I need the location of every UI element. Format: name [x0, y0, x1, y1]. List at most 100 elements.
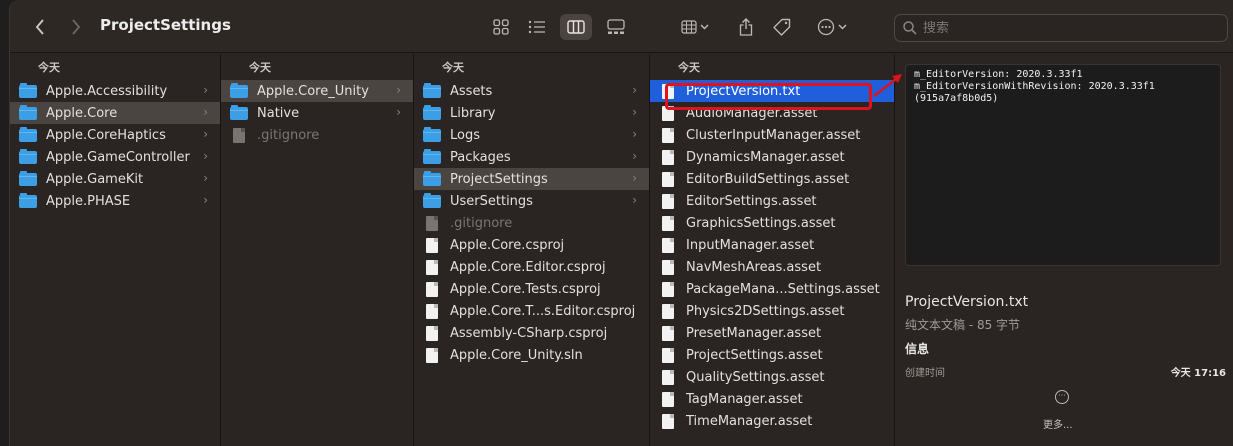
chevron-right-icon: › [396, 105, 401, 119]
item-label: Apple.Core.Editor.csproj [450, 259, 606, 275]
chevron-right-icon: › [632, 149, 637, 163]
file-item[interactable]: ProjectSettings.asset [650, 344, 894, 366]
folder-item[interactable]: Apple.Accessibility › [10, 80, 220, 102]
file-item[interactable]: .gitignore [221, 124, 413, 146]
file-item[interactable]: GraphicsSettings.asset [650, 212, 894, 234]
icon-view-button[interactable] [488, 14, 514, 40]
item-label: TimeManager.asset [686, 413, 813, 429]
document-icon [426, 303, 438, 319]
item-label: GraphicsSettings.asset [686, 215, 836, 231]
item-icon-wrap [422, 325, 442, 341]
file-item[interactable]: Apple.Core_Unity.sln [414, 344, 649, 366]
file-item[interactable]: PresetManager.asset [650, 322, 894, 344]
item-icon-wrap [422, 82, 442, 98]
document-icon [662, 347, 674, 363]
file-item[interactable]: EditorSettings.asset [650, 190, 894, 212]
document-icon [662, 171, 674, 187]
folder-item[interactable]: Logs › [414, 124, 649, 146]
folder-item[interactable]: Apple.Core › [10, 102, 220, 124]
item-label: ProjectSettings.asset [686, 347, 823, 363]
search-input[interactable] [923, 20, 1227, 36]
more-button[interactable]: 更多... [1043, 416, 1073, 431]
file-item[interactable]: ClusterInputManager.asset [650, 124, 894, 146]
folder-item[interactable]: Packages › [414, 146, 649, 168]
folder-item[interactable]: Apple.PHASE › [10, 190, 220, 212]
item-icon-wrap [229, 104, 249, 120]
item-icon-wrap [229, 82, 249, 98]
chevron-left-icon [35, 19, 44, 35]
folder-item[interactable]: Library › [414, 102, 649, 124]
folder-icon [423, 126, 441, 142]
document-icon [662, 281, 674, 297]
file-item[interactable]: EditorBuildSettings.asset [650, 168, 894, 190]
item-icon-wrap [422, 281, 442, 297]
file-item[interactable]: QualitySettings.asset [650, 366, 894, 388]
file-item[interactable]: Assembly-CSharp.csproj [414, 322, 649, 344]
forward-button[interactable] [64, 14, 88, 40]
folder-icon [423, 192, 441, 208]
columns-icon [567, 20, 585, 34]
back-button[interactable] [28, 14, 52, 40]
search-field[interactable] [894, 14, 1228, 42]
item-icon-wrap [658, 413, 678, 429]
item-label: QualitySettings.asset [686, 369, 825, 385]
item-label: PackageMana...Settings.asset [686, 281, 880, 297]
item-label: .gitignore [257, 127, 320, 143]
item-icon-wrap [422, 259, 442, 275]
file-item[interactable]: PackageMana...Settings.asset [650, 278, 894, 300]
item-label: UserSettings [450, 193, 533, 209]
document-icon [426, 237, 438, 253]
chevron-right-icon: › [203, 127, 208, 141]
file-item[interactable]: TagManager.asset [650, 388, 894, 410]
file-item[interactable]: Apple.Core.csproj [414, 234, 649, 256]
gallery-view-button[interactable] [602, 14, 630, 40]
document-icon [426, 259, 438, 275]
folder-item[interactable]: Apple.GameKit › [10, 168, 220, 190]
more-icon[interactable]: ··· [1055, 390, 1069, 404]
item-icon-wrap [422, 170, 442, 186]
item-label: Apple.GameController [46, 149, 190, 165]
column-header: 今天 [442, 61, 464, 74]
item-icon-wrap [422, 215, 442, 231]
folder-item[interactable]: Native › [221, 102, 413, 124]
folder-item[interactable]: UserSettings › [414, 190, 649, 212]
folder-item[interactable]: Apple.GameController › [10, 146, 220, 168]
group-button[interactable] [676, 14, 716, 40]
folder-icon [19, 126, 37, 142]
column-header: 今天 [249, 61, 271, 74]
document-icon [426, 215, 438, 231]
annotation-arrow-icon [873, 74, 902, 97]
file-item[interactable]: TimeManager.asset [650, 410, 894, 432]
chevron-right-icon: › [203, 149, 208, 163]
list-view-button[interactable] [524, 14, 550, 40]
file-item[interactable]: Physics2DSettings.asset [650, 300, 894, 322]
item-label: InputManager.asset [686, 237, 815, 253]
file-item[interactable]: NavMeshAreas.asset [650, 256, 894, 278]
item-icon-wrap [658, 303, 678, 319]
file-item[interactable]: Apple.Core.T...s.Editor.csproj [414, 300, 649, 322]
file-item[interactable]: .gitignore [414, 212, 649, 234]
folder-item[interactable]: ProjectSettings › [414, 168, 649, 190]
document-icon [426, 325, 438, 341]
finder-window: ProjectSettings 今天Apple.Accessibi [9, 0, 1233, 446]
item-label: TagManager.asset [686, 391, 803, 407]
item-icon-wrap [422, 148, 442, 164]
chevron-right-icon: › [632, 193, 637, 207]
folder-item[interactable]: Assets › [414, 80, 649, 102]
tag-button[interactable] [770, 14, 794, 40]
item-label: Apple.Core.T...s.Editor.csproj [450, 303, 636, 319]
item-icon-wrap [422, 126, 442, 142]
file-item[interactable]: Apple.Core.Tests.csproj [414, 278, 649, 300]
folder-item[interactable]: Apple.Core_Unity › [221, 80, 413, 102]
item-icon-wrap [658, 325, 678, 341]
column-header: 今天 [678, 61, 700, 74]
share-button[interactable] [734, 14, 758, 40]
file-item[interactable]: DynamicsManager.asset [650, 146, 894, 168]
action-menu-button[interactable] [812, 14, 854, 40]
folder-item[interactable]: Apple.CoreHaptics › [10, 124, 220, 146]
file-item[interactable]: Apple.Core.Editor.csproj [414, 256, 649, 278]
file-item[interactable]: InputManager.asset [650, 234, 894, 256]
column-view-button[interactable] [560, 14, 592, 40]
document-icon [662, 149, 674, 165]
item-label: ClusterInputManager.asset [686, 127, 861, 143]
